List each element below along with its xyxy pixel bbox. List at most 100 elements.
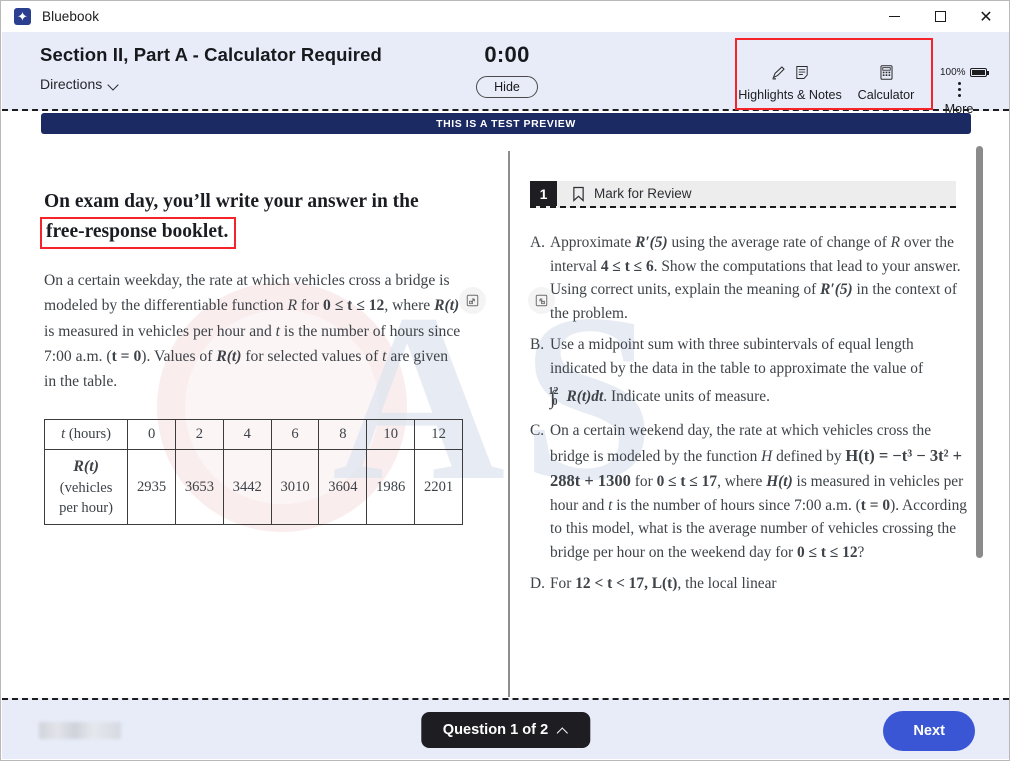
table-cell-R-5: 1986 xyxy=(366,448,416,526)
part-a-t1: Approximate xyxy=(550,234,636,251)
stem-part-4: is measured in vehicles per hour and xyxy=(44,322,276,340)
question-part-c: C. On a certain weekend day, the rate at… xyxy=(530,419,967,564)
directions-label: Directions xyxy=(40,76,103,92)
calculator-icons xyxy=(878,62,895,82)
bluebook-star-icon xyxy=(14,8,31,25)
stem-math-R: R xyxy=(287,297,298,315)
part-d-text: For 12 < t < 17, L(t), the local linear xyxy=(550,572,967,596)
part-a-letter: A. xyxy=(530,234,545,251)
table-cell-t-0: 0 xyxy=(127,418,176,450)
battery-indicator: 100% xyxy=(940,67,989,78)
exam-header: Section II, Part A - Calculator Required… xyxy=(2,32,1009,116)
table-header-R: R(t) (vehicles per hour) xyxy=(43,448,129,526)
question-scrollbar[interactable] xyxy=(976,146,983,558)
table-cell-R-0: 2935 xyxy=(127,448,176,526)
table-header-t-text: (hours) xyxy=(65,425,112,442)
part-d-letter: D. xyxy=(530,575,545,593)
part-c-t8: ? xyxy=(857,543,865,561)
stem-part-7: for selected values of xyxy=(241,348,383,366)
question-navigator-label: Question 1 of 2 xyxy=(442,722,549,738)
part-c-text: On a certain weekend day, the rate at wh… xyxy=(550,419,967,564)
table-cell-R-4: 3604 xyxy=(318,448,368,526)
part-c-letter: C. xyxy=(530,421,545,439)
part-b-integral-upper: 12 xyxy=(548,386,559,398)
bluebook-app-window: Bluebook ✕ Section II, Part A - Calculat… xyxy=(0,0,1010,761)
hide-timer-button[interactable]: Hide xyxy=(476,76,538,98)
exam-content-area: AS On exam day, you’ll write your answer… xyxy=(2,134,1009,700)
table-cell-t-4: 8 xyxy=(318,418,368,450)
question-panel: 1 Mark for Review A. Approximate R′(5) u… xyxy=(511,134,989,700)
maximize-icon[interactable] xyxy=(917,1,963,32)
mark-for-review-label: Mark for Review xyxy=(594,186,692,201)
mark-for-review-button[interactable]: Mark for Review xyxy=(557,181,692,206)
highlights-and-notes-button[interactable]: Highlights & Notes xyxy=(738,62,842,108)
data-table: t (hours) 0 2 4 6 8 10 12 R(t) (vehicles … xyxy=(43,418,463,526)
page-title: Section II, Part A - Calculator Required xyxy=(40,44,382,65)
directions-button[interactable]: Directions xyxy=(40,76,120,92)
minimize-icon[interactable] xyxy=(871,1,917,32)
part-b-text: Use a midpoint sum with three subinterva… xyxy=(548,333,967,411)
test-preview-banner: THIS IS A TEST PREVIEW xyxy=(41,113,971,134)
table-cell-R-1: 3653 xyxy=(175,448,224,526)
table-cell-t-3: 6 xyxy=(270,418,320,450)
stem-math-Rt: R(t) xyxy=(434,297,460,315)
part-a-m1: R′(5) xyxy=(635,234,668,251)
table-row-R: R(t) (vehicles per hour) 2935 3653 3442 3… xyxy=(43,448,463,526)
stimulus-text: On a certain weekday, the rate at which … xyxy=(44,268,463,395)
highlights-notes-icons xyxy=(770,62,810,82)
table-header-R-text: (vehicles per hour) xyxy=(59,479,114,517)
heading-line-2: free-response booklet. xyxy=(40,216,237,249)
part-c-t2: defined by xyxy=(772,447,846,465)
bookmark-icon xyxy=(573,186,584,202)
stem-part-2: for xyxy=(297,297,324,315)
part-c-t4: , where xyxy=(717,473,767,491)
calculator-button[interactable]: Calculator xyxy=(842,62,930,108)
table-cell-R-6: 2201 xyxy=(414,448,463,526)
close-icon[interactable]: ✕ xyxy=(963,1,1009,32)
more-button[interactable]: More xyxy=(939,82,979,116)
battery-percent: 100% xyxy=(940,67,966,78)
battery-icon xyxy=(969,68,989,77)
tools-highlight-box: Highlights & Notes Calculator xyxy=(735,38,933,110)
chevron-down-icon xyxy=(109,81,120,88)
window-title-bar: Bluebook ✕ xyxy=(1,1,1009,32)
stem-math-t0: t = 0 xyxy=(111,348,142,366)
part-a-m2: R xyxy=(890,234,901,251)
timer-area: 0:00 Hide xyxy=(442,42,572,98)
part-d-t2: , the local linear xyxy=(677,575,777,593)
part-a-t2: using the average rate of change of xyxy=(667,234,891,251)
table-cell-R-2: 3442 xyxy=(222,448,272,526)
student-name-blurred xyxy=(39,722,121,739)
part-b-t1: Use a midpoint sum with three subinterva… xyxy=(550,336,924,377)
notes-icon xyxy=(796,65,808,79)
exam-day-heading: On exam day, you’ll write your answer in… xyxy=(40,189,463,249)
question-part-b: B. Use a midpoint sum with three subinte… xyxy=(530,333,967,411)
part-b-letter: B. xyxy=(530,336,545,354)
calculator-icon xyxy=(879,64,893,80)
stem-math-range: 0 ≤ t ≤ 12 xyxy=(323,297,385,315)
table-row-t: t (hours) 0 2 4 6 8 10 12 xyxy=(43,418,463,450)
table-header-R-math: R(t) xyxy=(73,457,99,475)
stem-math-Rt2: R(t) xyxy=(216,348,242,366)
part-c-m6: t = 0 xyxy=(860,496,891,514)
app-title: Bluebook xyxy=(42,9,100,24)
table-cell-t-6: 12 xyxy=(414,418,463,450)
question-navigator-button[interactable]: Question 1 of 2 xyxy=(420,712,591,748)
question-parts: A. Approximate R′(5) using the average r… xyxy=(530,231,967,596)
heading-line-1: On exam day, you’ll write your answer in… xyxy=(44,191,419,212)
part-c-m7: 0 ≤ t ≤ 12 xyxy=(797,543,858,561)
part-c-m4: H(t) xyxy=(766,473,793,491)
panel-divider xyxy=(508,151,510,697)
part-d-t1: For xyxy=(550,575,576,593)
next-button[interactable]: Next xyxy=(883,711,975,751)
calculator-label: Calculator xyxy=(857,88,915,102)
window-controls: ✕ xyxy=(871,1,1009,32)
stem-part-6: ). Values of xyxy=(141,348,217,366)
highlighter-icon xyxy=(772,65,785,79)
part-c-t6: is the number of hours since 7:00 a.m. ( xyxy=(612,496,861,514)
question-header: 1 Mark for Review xyxy=(530,181,956,208)
table-cell-t-5: 10 xyxy=(366,418,416,450)
stimulus-panel: On exam day, you’ll write your answer in… xyxy=(2,134,507,700)
table-cell-t-2: 4 xyxy=(222,418,272,450)
table-cell-R-3: 3010 xyxy=(270,448,320,526)
